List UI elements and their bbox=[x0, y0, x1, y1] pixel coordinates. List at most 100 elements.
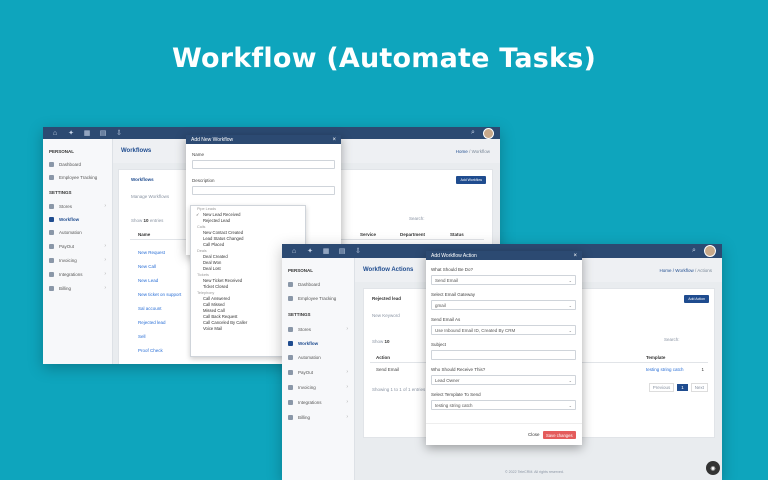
send-email-as-label: Send Email As bbox=[431, 317, 461, 322]
next-button[interactable]: Next bbox=[690, 383, 708, 392]
payout-icon bbox=[288, 369, 293, 375]
breadcrumb: Home / Workflow bbox=[455, 148, 490, 154]
table-row[interactable]: New Call bbox=[138, 264, 156, 269]
table-row[interactable]: Sal account bbox=[138, 306, 162, 311]
table-row[interactable]: New ticket on support bbox=[138, 292, 181, 297]
col-service[interactable]: Service bbox=[360, 232, 376, 237]
row-action: Send Email bbox=[376, 367, 400, 372]
chevron-down-icon: ⌄ bbox=[568, 327, 572, 333]
sidebar-item-integrations[interactable]: Integrations › bbox=[43, 271, 112, 277]
help-fab-icon[interactable]: ◉ bbox=[706, 461, 720, 475]
showing-entries: Showing 1 to 1 of 1 entries bbox=[372, 387, 426, 392]
name-label: Name bbox=[192, 152, 205, 157]
bell-icon[interactable]: ⇩ bbox=[115, 129, 123, 137]
col-department[interactable]: Department bbox=[400, 232, 425, 237]
subject-field[interactable] bbox=[431, 350, 576, 360]
sidebar-item-workflow[interactable]: Workflow bbox=[282, 341, 354, 346]
search-icon[interactable]: ⌕ bbox=[690, 247, 698, 255]
grid-icon[interactable]: ▦ bbox=[322, 247, 330, 255]
sidebar-item-dashboard[interactable]: Dashboard bbox=[43, 162, 112, 167]
subject-label: Subject bbox=[431, 342, 447, 347]
sidebar-item-workflow[interactable]: Workflow bbox=[43, 217, 112, 222]
avatar[interactable] bbox=[704, 245, 716, 257]
breadcrumb-home[interactable]: Home bbox=[456, 149, 468, 154]
tracking-icon bbox=[288, 296, 293, 301]
stores-icon bbox=[288, 326, 293, 332]
close-button[interactable]: Close bbox=[528, 432, 540, 437]
sidebar-item-invoicing[interactable]: Invoicing › bbox=[43, 257, 112, 263]
chart-icon[interactable]: ▤ bbox=[338, 247, 346, 255]
table-row[interactable]: Proof Check bbox=[138, 348, 163, 353]
sidebar-item-dashboard[interactable]: Dashboard bbox=[282, 282, 354, 287]
col-name[interactable]: Name bbox=[138, 232, 150, 237]
receiver-select[interactable]: Lead Owner ⌄ bbox=[431, 375, 576, 385]
sidebar-item-employee-tracking[interactable]: Employee Tracking bbox=[43, 175, 112, 180]
close-icon[interactable]: × bbox=[332, 137, 336, 143]
sidebar-item-automation[interactable]: Automation bbox=[43, 230, 112, 235]
page-1-button[interactable]: 1 bbox=[677, 384, 688, 391]
bell-icon[interactable]: ⇩ bbox=[354, 247, 362, 255]
sidebar-item-payout[interactable]: PayOut › bbox=[282, 369, 354, 375]
description-label: Description bbox=[192, 178, 215, 183]
grid-icon[interactable]: ▦ bbox=[83, 129, 91, 137]
add-workflow-button[interactable]: Add Workflow bbox=[456, 176, 486, 184]
description-field[interactable] bbox=[192, 186, 335, 195]
table-row[interactable]: New Lead bbox=[138, 278, 158, 283]
sidebar-item-integrations[interactable]: Integrations › bbox=[282, 399, 354, 405]
sidebar-item-employee-tracking[interactable]: Employee Tracking bbox=[282, 296, 354, 301]
integrations-icon bbox=[288, 399, 293, 405]
card-subtitle: New Keyword bbox=[372, 313, 400, 318]
dashboard-icon bbox=[288, 282, 293, 287]
sidebar-item-stores[interactable]: Stores › bbox=[282, 326, 354, 332]
action-type-select[interactable]: Send Email ⌄ bbox=[431, 275, 576, 285]
table-row[interactable]: New Request bbox=[138, 250, 165, 255]
chart-icon[interactable]: ▤ bbox=[99, 129, 107, 137]
show-entries: Show 10 entries bbox=[131, 218, 164, 223]
modal-title: Add Workflow Action bbox=[431, 252, 477, 259]
col-template[interactable]: Template bbox=[646, 355, 665, 360]
previous-button[interactable]: Previous bbox=[648, 383, 675, 392]
lightning-icon[interactable]: ✦ bbox=[67, 129, 75, 137]
email-gateway-select[interactable]: gmail ⌄ bbox=[431, 300, 576, 310]
avatar[interactable] bbox=[483, 127, 494, 139]
row-template-link[interactable]: testing string catch bbox=[646, 367, 684, 372]
sidebar-item-invoicing[interactable]: Invoicing › bbox=[282, 384, 354, 390]
card-subtitle: Manage Workflows bbox=[131, 194, 170, 199]
sidebar-item-billing[interactable]: Billing › bbox=[282, 414, 354, 420]
stores-icon bbox=[49, 203, 54, 209]
col-action[interactable]: Action bbox=[376, 355, 390, 360]
breadcrumb-home[interactable]: Home bbox=[660, 268, 672, 273]
template-select[interactable]: testing string catch ⌄ bbox=[431, 400, 576, 410]
workflow-icon bbox=[288, 341, 293, 346]
dropdown-option[interactable]: Rejected Lead bbox=[191, 218, 305, 224]
col-status[interactable]: Status bbox=[450, 232, 464, 237]
chevron-down-icon: ⌄ bbox=[568, 277, 572, 283]
tracking-icon bbox=[49, 175, 54, 180]
modal-footer-divider bbox=[426, 423, 582, 424]
save-changes-button[interactable]: Save changes bbox=[543, 431, 576, 439]
automation-icon bbox=[288, 355, 293, 360]
send-email-as-select[interactable]: Use Inbound Email ID, Created By CRM ⌄ bbox=[431, 325, 576, 335]
sidebar-item-billing[interactable]: Billing › bbox=[43, 285, 112, 291]
search-icon[interactable]: ⌕ bbox=[469, 129, 477, 137]
sidebar: PERSONAL Dashboard Employee Tracking SET… bbox=[282, 258, 355, 480]
sidebar-item-stores[interactable]: Stores › bbox=[43, 203, 112, 209]
table-row[interactable]: Sell bbox=[138, 334, 146, 339]
close-icon[interactable]: × bbox=[573, 253, 577, 259]
breadcrumb: Home / Workflow / Actions bbox=[659, 267, 712, 273]
sidebar-section-personal: PERSONAL bbox=[288, 268, 314, 273]
name-field[interactable] bbox=[192, 160, 335, 169]
add-action-button[interactable]: Add Action bbox=[684, 295, 709, 303]
modal-header: Add New Workflow × bbox=[186, 135, 341, 144]
row-count: 1 bbox=[701, 367, 704, 372]
lightning-icon[interactable]: ✦ bbox=[306, 247, 314, 255]
breadcrumb-workflow[interactable]: / Workflow bbox=[673, 268, 694, 273]
page-title: Workflow Actions bbox=[363, 267, 414, 273]
table-row[interactable]: Rejected lead bbox=[138, 320, 166, 325]
home-icon[interactable]: ⌂ bbox=[51, 129, 59, 137]
sidebar-item-payout[interactable]: PayOut › bbox=[43, 243, 112, 249]
chevron-down-icon: ⌄ bbox=[568, 402, 572, 408]
home-icon[interactable]: ⌂ bbox=[290, 247, 298, 255]
sidebar-item-automation[interactable]: Automation bbox=[282, 355, 354, 360]
email-gateway-label: Select Email Gateway bbox=[431, 292, 476, 297]
